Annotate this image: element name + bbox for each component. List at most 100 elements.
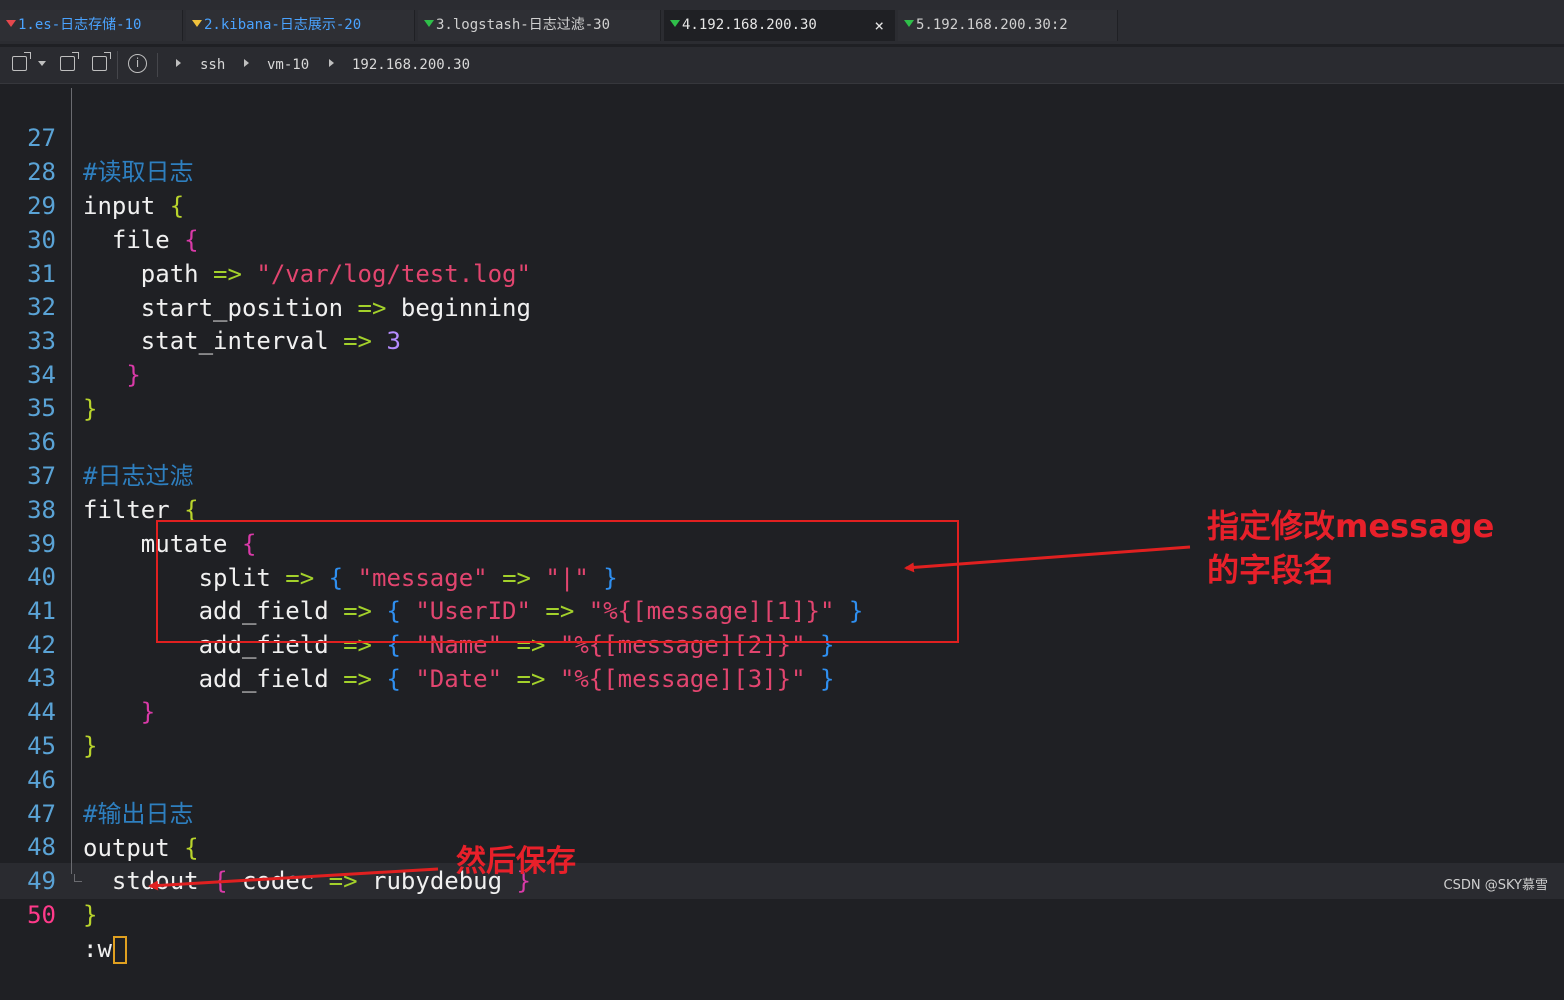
terminal-editor[interactable]: 27 #读取日志 28 input { 29 file { 30 path =>… bbox=[0, 84, 1564, 964]
connection-status-icon bbox=[904, 20, 914, 27]
code-line: 28 input { bbox=[0, 121, 184, 220]
operator: => bbox=[343, 327, 372, 355]
breadcrumb-item[interactable]: ssh bbox=[200, 47, 225, 83]
code-line: 45 bbox=[0, 695, 58, 760]
string: "%{[message][3]}" bbox=[559, 665, 806, 693]
identifier: codec bbox=[241, 867, 315, 895]
comment: #输出日志 bbox=[83, 800, 194, 828]
duplicate-session-icon[interactable] bbox=[60, 52, 79, 71]
chevron-right-icon bbox=[329, 59, 334, 67]
string: "Date" bbox=[415, 665, 503, 693]
comment: #日志过滤 bbox=[83, 462, 194, 490]
tab-label: 4.192.168.200.30 bbox=[682, 17, 817, 33]
keyword: file bbox=[111, 226, 170, 254]
gutter-divider bbox=[74, 874, 82, 882]
current-line-number: 50 bbox=[27, 901, 56, 929]
annotation-text: 指定修改message bbox=[1207, 507, 1495, 545]
tab-es-log-storage[interactable]: 1.es-日志存储-10 bbox=[0, 10, 183, 41]
watermark: CSDN @SKY慕雪 bbox=[1443, 878, 1548, 893]
breadcrumb-item[interactable]: vm-10 bbox=[267, 47, 309, 83]
keyword: stdout bbox=[111, 867, 199, 895]
code-line: 49 } bbox=[0, 830, 97, 929]
code-line: 42 add_field => { "Date" => "%{[message]… bbox=[0, 594, 834, 693]
brace: { bbox=[169, 192, 185, 220]
annotation-highlight-box bbox=[156, 520, 959, 643]
tab-logstash-log-filter[interactable]: 3.logstash-日志过滤-30 bbox=[418, 10, 661, 41]
close-icon[interactable]: × bbox=[874, 10, 884, 41]
code-line: 32 stat_interval => 3 bbox=[0, 256, 401, 355]
brace: } bbox=[819, 665, 835, 693]
brace: { bbox=[386, 665, 401, 693]
code-line: 27 #读取日志 bbox=[0, 87, 193, 186]
toolbar: i ssh vm-10 192.168.200.30 bbox=[0, 47, 1564, 84]
number: 3 bbox=[386, 327, 401, 355]
identifier: path bbox=[140, 260, 199, 288]
connection-status-icon bbox=[192, 20, 202, 27]
tab-kibana-log-display[interactable]: 2.kibana-日志展示-20 bbox=[186, 10, 415, 41]
identifier: beginning bbox=[400, 294, 531, 322]
tab-label: 5.192.168.200.30:2 bbox=[916, 17, 1068, 33]
brace: { bbox=[213, 867, 228, 895]
code-line: 31 start_position => beginning bbox=[0, 223, 531, 322]
chevron-right-icon bbox=[244, 59, 249, 67]
operator: => bbox=[328, 867, 358, 895]
tab-bar: 1.es-日志存储-10 2.kibana-日志展示-20 3.logstash… bbox=[0, 0, 1564, 44]
code-line: 39 split => { "message" => "|" } bbox=[0, 493, 618, 592]
brace: } bbox=[83, 395, 98, 423]
keyword: output bbox=[83, 834, 170, 862]
connection-status-icon bbox=[424, 20, 434, 27]
chevron-right-icon bbox=[176, 59, 181, 67]
vim-command[interactable]: :w bbox=[83, 935, 112, 963]
brace: { bbox=[184, 226, 199, 254]
breadcrumb-item[interactable]: 192.168.200.30 bbox=[352, 47, 470, 83]
code-line: 38 mutate { bbox=[0, 459, 256, 558]
info-icon[interactable]: i bbox=[128, 54, 147, 73]
annotation-note-fields: 指定修改message 的字段名 bbox=[1207, 504, 1494, 592]
brace: } bbox=[83, 901, 98, 929]
operator: => bbox=[357, 294, 387, 322]
chevron-down-icon[interactable] bbox=[38, 61, 46, 66]
tab-session-2[interactable]: 5.192.168.200.30:2 bbox=[898, 10, 1118, 41]
code-line: 48 stdout { codec => rubydebug } bbox=[0, 796, 531, 895]
brace: } bbox=[83, 732, 98, 760]
code-line: 36 #日志过滤 bbox=[0, 391, 193, 490]
tab-active-session[interactable]: 4.192.168.200.30 × bbox=[664, 10, 895, 41]
operator: => bbox=[343, 665, 372, 693]
identifier: start_position bbox=[140, 294, 344, 322]
code-line: 33 } bbox=[0, 290, 141, 389]
split-window-icon[interactable] bbox=[92, 52, 111, 71]
tab-label: 2.kibana-日志展示-20 bbox=[204, 17, 362, 33]
text-cursor bbox=[112, 936, 127, 964]
comment: #读取日志 bbox=[83, 158, 194, 186]
operator: => bbox=[516, 665, 546, 693]
code-line: 34 } bbox=[0, 324, 97, 423]
identifier: stat_interval bbox=[140, 327, 329, 355]
string: "/var/log/test.log" bbox=[256, 260, 531, 288]
brace: } bbox=[126, 361, 141, 389]
code-line: 29 file { bbox=[0, 155, 199, 254]
tab-label: 3.logstash-日志过滤-30 bbox=[436, 17, 611, 33]
toolbar-divider bbox=[117, 51, 118, 79]
connection-status-icon bbox=[670, 20, 680, 27]
code-line: 46 #输出日志 bbox=[0, 729, 193, 828]
gutter-divider bbox=[71, 88, 72, 874]
brace: } bbox=[140, 698, 156, 726]
operator: => bbox=[213, 260, 242, 288]
command-line[interactable]: 50 :w bbox=[0, 864, 127, 964]
code-line: 43 } bbox=[0, 627, 155, 726]
code-line: 47 output { bbox=[0, 763, 199, 862]
annotation-note-save: 然后保存 bbox=[456, 844, 576, 879]
code-line: 35 bbox=[0, 357, 58, 422]
tab-label: 1.es-日志存储-10 bbox=[18, 17, 142, 33]
toolbar-divider bbox=[157, 53, 158, 77]
code-line: 40 add_field => { "UserID" => "%{[messag… bbox=[0, 526, 863, 625]
annotation-text: 的字段名 bbox=[1207, 551, 1336, 589]
keyword: input bbox=[83, 192, 156, 220]
connection-status-icon bbox=[6, 20, 16, 27]
brace: { bbox=[184, 834, 199, 862]
identifier: add_field bbox=[198, 665, 329, 693]
new-tab-icon[interactable] bbox=[12, 52, 31, 71]
code-line: 41 add_field => { "Name" => "%{[message]… bbox=[0, 560, 834, 659]
code-line: 44 } bbox=[0, 661, 97, 760]
code-line: 30 path => "/var/log/test.log" bbox=[0, 189, 531, 288]
